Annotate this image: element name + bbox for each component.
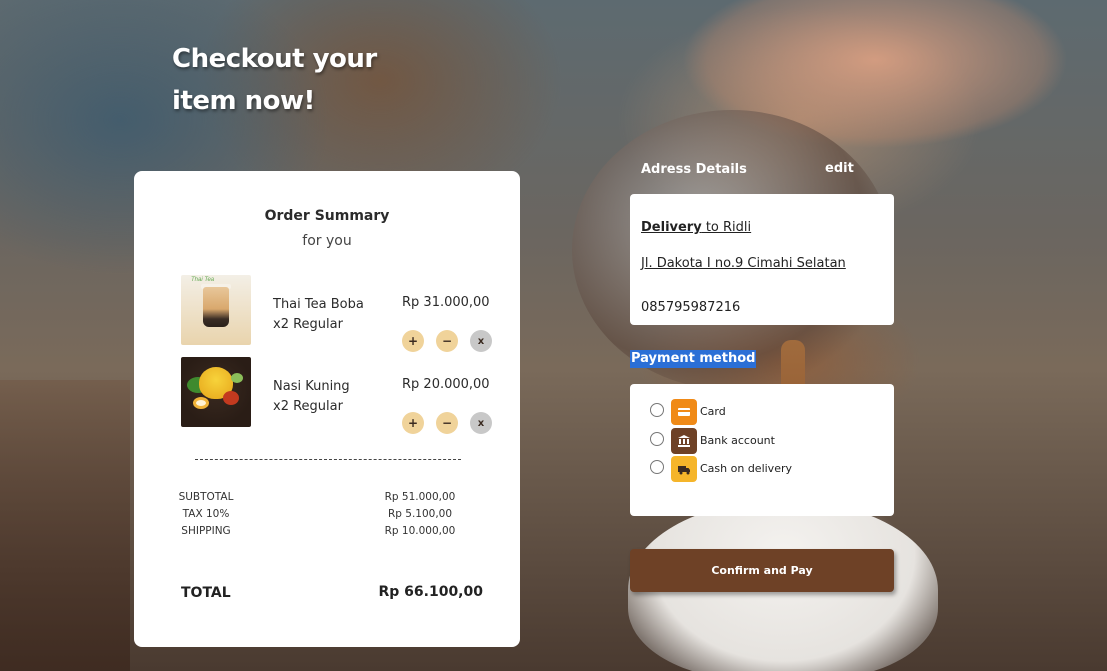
- total-label: TOTAL: [181, 585, 231, 601]
- street-address: Jl. Dakota I no.9 Cimahi Selatan: [641, 256, 846, 271]
- address-heading: Adress Details: [641, 162, 747, 177]
- remove-item-button[interactable]: x: [470, 412, 492, 434]
- payment-option-label: Bank account: [700, 434, 775, 447]
- payment-method-heading: Payment method: [630, 350, 757, 368]
- payment-option-label: Card: [700, 405, 726, 418]
- edit-address-link[interactable]: edit: [825, 161, 854, 176]
- total-value: Rp 66.100,00: [378, 584, 483, 600]
- line-label: SUBTOTAL: [178, 491, 234, 503]
- item-price: Rp 20.000,00: [402, 377, 490, 392]
- summary-divider: [195, 459, 461, 460]
- shipping-row: SHIPPING Rp 10.000,00: [134, 525, 520, 542]
- remove-item-button[interactable]: x: [470, 330, 492, 352]
- payment-option-cod[interactable]: Cash on delivery: [650, 456, 880, 484]
- cod-radio[interactable]: [650, 460, 664, 474]
- item-name-block: Nasi Kuning x2 Regular: [273, 377, 350, 417]
- delivery-label: Delivery: [641, 220, 702, 235]
- bank-icon: [671, 428, 697, 454]
- recipient-name: to Ridli: [701, 220, 752, 235]
- payment-option-label: Cash on delivery: [700, 462, 792, 475]
- order-summary-subtitle: for you: [302, 233, 352, 249]
- payment-method-card: Card Bank account Cash on delivery: [630, 384, 894, 516]
- decrease-quantity-button[interactable]: −: [436, 412, 458, 434]
- cart-item: Thai Tea Thai Tea Boba x2 Regular Rp 31.…: [134, 275, 520, 352]
- card-radio[interactable]: [650, 403, 664, 417]
- item-name-block: Thai Tea Boba x2 Regular: [273, 295, 364, 335]
- headline-line-1: Checkout your: [172, 44, 377, 74]
- tax-row: TAX 10% Rp 5.100,00: [134, 508, 520, 525]
- truck-icon: [671, 456, 697, 482]
- line-value: Rp 5.100,00: [387, 508, 453, 520]
- thai-tea-boba-image: Thai Tea: [181, 275, 251, 345]
- order-summary-card: Order Summary for you Thai Tea Thai Tea …: [134, 171, 520, 647]
- phone-number: 085795987216: [641, 300, 741, 315]
- page-headline: Checkout your item now!: [172, 38, 432, 122]
- cart-item: Nasi Kuning x2 Regular Rp 20.000,00 + − …: [134, 357, 520, 434]
- subtotal-row: SUBTOTAL Rp 51.000,00: [134, 491, 520, 508]
- order-summary-title: Order Summary: [264, 208, 390, 224]
- item-variant: x2 Regular: [273, 317, 343, 332]
- decrease-quantity-button[interactable]: −: [436, 330, 458, 352]
- line-label: TAX 10%: [182, 508, 230, 520]
- bank-radio[interactable]: [650, 432, 664, 446]
- summary-lines: SUBTOTAL Rp 51.000,00 TAX 10% Rp 5.100,0…: [134, 491, 520, 542]
- address-card: Delivery to Ridli Jl. Dakota I no.9 Cima…: [630, 194, 894, 325]
- line-value: Rp 10.000,00: [384, 525, 456, 537]
- nasi-kuning-image: [181, 357, 251, 427]
- delivery-recipient: Delivery to Ridli: [641, 220, 751, 235]
- increase-quantity-button[interactable]: +: [402, 330, 424, 352]
- payment-option-bank[interactable]: Bank account: [650, 428, 880, 456]
- item-name: Nasi Kuning: [273, 379, 350, 394]
- card-icon: [671, 399, 697, 425]
- item-name: Thai Tea Boba: [273, 297, 364, 312]
- increase-quantity-button[interactable]: +: [402, 412, 424, 434]
- item-variant: x2 Regular: [273, 399, 343, 414]
- line-value: Rp 51.000,00: [384, 491, 456, 503]
- image-caption: Thai Tea: [191, 277, 215, 283]
- confirm-and-pay-button[interactable]: Confirm and Pay: [630, 549, 894, 592]
- payment-option-card[interactable]: Card: [650, 399, 880, 427]
- background-table: [0, 380, 130, 671]
- headline-line-2: item now!: [172, 86, 315, 116]
- line-label: SHIPPING: [181, 525, 231, 537]
- item-price: Rp 31.000,00: [402, 295, 490, 310]
